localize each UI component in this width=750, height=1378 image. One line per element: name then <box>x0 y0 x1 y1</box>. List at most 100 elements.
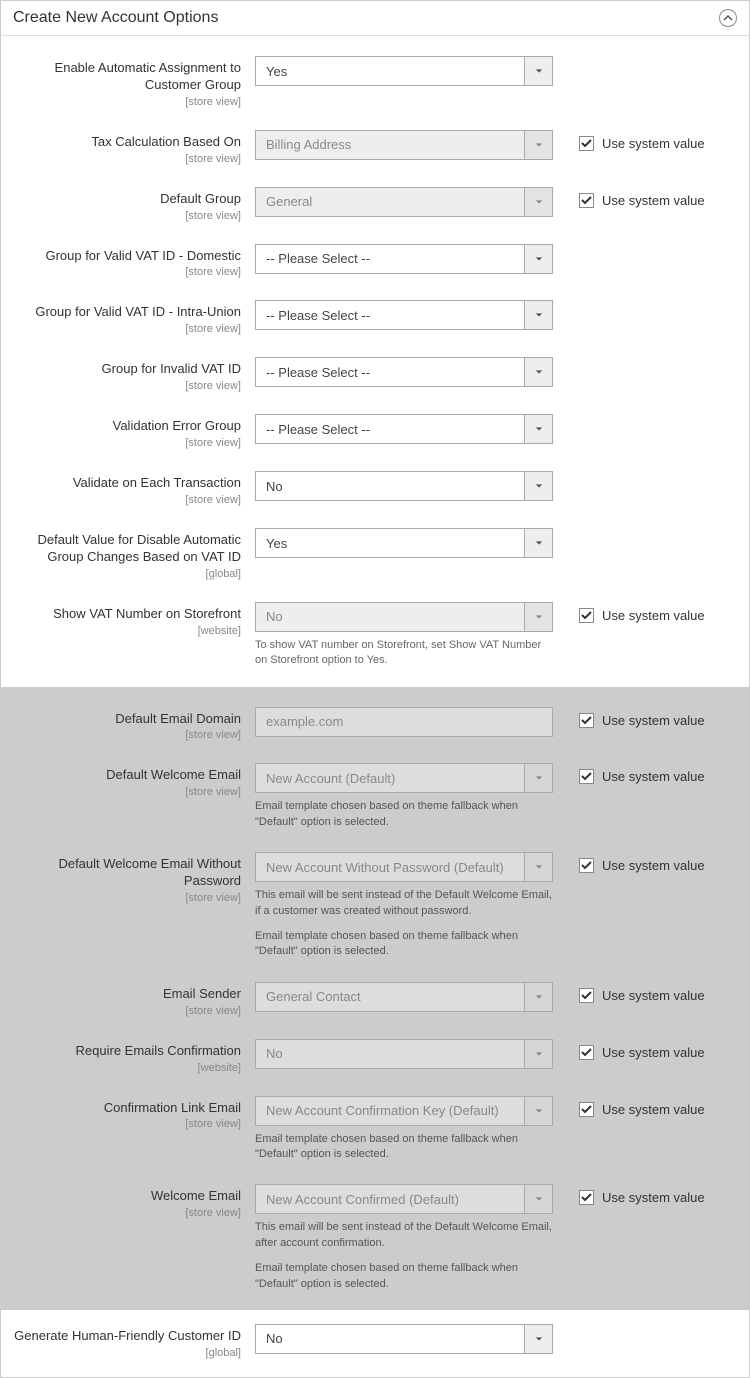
row-valid-vat-domestic: Group for Valid VAT ID - Domestic [store… <box>13 244 737 279</box>
chevron-down-icon <box>524 1325 552 1353</box>
scope: [store view] <box>13 266 241 278</box>
label-validation-error: Validation Error Group <box>13 418 241 435</box>
use-system-label: Use system value <box>602 858 705 873</box>
checkbox-use-system[interactable] <box>579 988 594 1003</box>
chevron-down-icon <box>524 472 552 500</box>
chevron-down-icon <box>524 131 552 159</box>
chevron-down-icon <box>524 764 552 792</box>
label-welcome-email2: Welcome Email <box>13 1188 241 1205</box>
label-auto-assign: Enable Automatic Assignment to Customer … <box>13 60 241 94</box>
label-require-confirm: Require Emails Confirmation <box>13 1043 241 1060</box>
row-validation-error: Validation Error Group [store view] -- P… <box>13 414 737 449</box>
chevron-down-icon <box>524 358 552 386</box>
select-valid-vat-intra[interactable]: -- Please Select -- <box>255 300 553 330</box>
chevron-down-icon <box>524 1097 552 1125</box>
select-friendly-id[interactable]: No <box>255 1324 553 1354</box>
scope: [store view] <box>13 892 241 904</box>
comment-show-vat: To show VAT number on Storefront, set Sh… <box>255 638 553 669</box>
chevron-down-icon <box>524 245 552 273</box>
label-valid-vat-intra: Group for Valid VAT ID - Intra-Union <box>13 304 241 321</box>
select-welcome-no-pw: New Account Without Password (Default) <box>255 852 553 882</box>
scope: [global] <box>13 1347 241 1359</box>
label-valid-vat-domestic: Group for Valid VAT ID - Domestic <box>13 248 241 265</box>
row-require-confirm: Require Emails Confirmation [website] No… <box>13 1039 737 1074</box>
use-system-label: Use system value <box>602 193 705 208</box>
chevron-down-icon <box>524 1185 552 1213</box>
select-disable-auto-vat[interactable]: Yes <box>255 528 553 558</box>
comment-confirm-link: Email template chosen based on theme fal… <box>255 1132 553 1163</box>
checkbox-use-system[interactable] <box>579 713 594 728</box>
row-validate-each: Validate on Each Transaction [store view… <box>13 471 737 506</box>
scope: [store view] <box>13 437 241 449</box>
select-welcome-email2: New Account Confirmed (Default) <box>255 1184 553 1214</box>
scope: [store view] <box>13 1207 241 1219</box>
select-default-group: General <box>255 187 553 217</box>
label-email-sender: Email Sender <box>13 986 241 1003</box>
input-email-domain: example.com <box>255 707 553 737</box>
label-disable-auto-vat: Default Value for Disable Automatic Grou… <box>13 532 241 566</box>
label-confirm-link: Confirmation Link Email <box>13 1100 241 1117</box>
scope: [store view] <box>13 380 241 392</box>
row-friendly-id: Generate Human-Friendly Customer ID [glo… <box>13 1324 737 1359</box>
label-friendly-id: Generate Human-Friendly Customer ID <box>13 1328 241 1345</box>
chevron-down-icon <box>524 529 552 557</box>
scope: [store view] <box>13 153 241 165</box>
section-title: Create New Account Options <box>13 9 218 27</box>
checkbox-use-system[interactable] <box>579 1045 594 1060</box>
chevron-down-icon <box>524 983 552 1011</box>
select-invalid-vat[interactable]: -- Please Select -- <box>255 357 553 387</box>
comment-welcome-email: Email template chosen based on theme fal… <box>255 799 553 830</box>
chevron-down-icon <box>524 1040 552 1068</box>
label-welcome-email: Default Welcome Email <box>13 767 241 784</box>
use-system-label: Use system value <box>602 136 705 151</box>
row-disable-auto-vat: Default Value for Disable Automatic Grou… <box>13 528 737 580</box>
checkbox-use-system[interactable] <box>579 136 594 151</box>
chevron-down-icon <box>524 57 552 85</box>
section-create-new-account-options: Create New Account Options Enable Automa… <box>0 0 750 1378</box>
row-valid-vat-intra: Group for Valid VAT ID - Intra-Union [st… <box>13 300 737 335</box>
select-welcome-email: New Account (Default) <box>255 763 553 793</box>
section-body-2: Default Email Domain [store view] exampl… <box>1 687 749 1310</box>
checkbox-use-system[interactable] <box>579 193 594 208</box>
select-valid-vat-domestic[interactable]: -- Please Select -- <box>255 244 553 274</box>
select-require-confirm: No <box>255 1039 553 1069</box>
use-system-label: Use system value <box>602 1045 705 1060</box>
comment-welcome-no-pw-2: Email template chosen based on theme fal… <box>255 929 553 960</box>
scope: [store view] <box>13 96 241 108</box>
use-system-label: Use system value <box>602 1190 705 1205</box>
row-email-sender: Email Sender [store view] General Contac… <box>13 982 737 1017</box>
scope: [store view] <box>13 786 241 798</box>
use-system-label: Use system value <box>602 608 705 623</box>
select-auto-assign[interactable]: Yes <box>255 56 553 86</box>
select-validation-error[interactable]: -- Please Select -- <box>255 414 553 444</box>
row-welcome-no-pw: Default Welcome Email Without Password [… <box>13 852 737 960</box>
label-default-group: Default Group <box>13 191 241 208</box>
select-confirm-link: New Account Confirmation Key (Default) <box>255 1096 553 1126</box>
row-auto-assign: Enable Automatic Assignment to Customer … <box>13 56 737 108</box>
use-system-label: Use system value <box>602 769 705 784</box>
checkbox-use-system[interactable] <box>579 1190 594 1205</box>
checkbox-use-system[interactable] <box>579 769 594 784</box>
scope: [store view] <box>13 1118 241 1130</box>
checkbox-use-system[interactable] <box>579 608 594 623</box>
row-default-group: Default Group [store view] General Use s… <box>13 187 737 222</box>
label-email-domain: Default Email Domain <box>13 711 241 728</box>
comment-welcome-no-pw-1: This email will be sent instead of the D… <box>255 888 553 919</box>
checkbox-use-system[interactable] <box>579 858 594 873</box>
label-tax-calc: Tax Calculation Based On <box>13 134 241 151</box>
use-system-label: Use system value <box>602 713 705 728</box>
collapse-icon[interactable] <box>719 9 737 27</box>
row-welcome-email2: Welcome Email [store view] New Account C… <box>13 1184 737 1292</box>
row-tax-calc: Tax Calculation Based On [store view] Bi… <box>13 130 737 165</box>
comment-welcome-email2-2: Email template chosen based on theme fal… <box>255 1261 553 1292</box>
select-validate-each[interactable]: No <box>255 471 553 501</box>
select-tax-calc: Billing Address <box>255 130 553 160</box>
chevron-down-icon <box>524 301 552 329</box>
use-system-label: Use system value <box>602 1102 705 1117</box>
scope: [website] <box>13 1062 241 1074</box>
scope: [website] <box>13 625 241 637</box>
section-body-3: Generate Human-Friendly Customer ID [glo… <box>1 1310 749 1377</box>
checkbox-use-system[interactable] <box>579 1102 594 1117</box>
select-email-sender: General Contact <box>255 982 553 1012</box>
scope: [store view] <box>13 729 241 741</box>
